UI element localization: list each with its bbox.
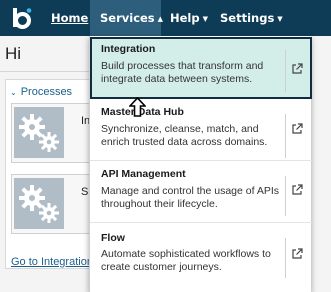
caret-down-icon: ▼	[202, 15, 208, 23]
process-card[interactable]: In	[11, 103, 91, 163]
menu-item-description: Synchronize, cleanse, match, and enrich …	[101, 123, 268, 148]
cursor-arrow-icon	[129, 97, 146, 117]
external-link-icon[interactable]	[291, 184, 303, 196]
nav-help-label: Help	[170, 11, 200, 25]
nav-settings-label: Settings	[220, 11, 275, 25]
page-greeting: Hi	[5, 44, 22, 63]
menu-item-description: Build processes that transform and integ…	[101, 60, 264, 85]
gears-icon	[14, 107, 64, 158]
menu-item-api-management[interactable]: API Management Manage and control the us…	[90, 164, 312, 224]
external-link-icon[interactable]	[291, 248, 303, 260]
menu-item-master-data-hub[interactable]: Master Data Hub Synchronize, cleanse, ma…	[90, 103, 312, 163]
gears-icon	[14, 178, 64, 229]
divider	[90, 160, 312, 161]
menu-item-description: Manage and control the usage of APIs thr…	[101, 185, 280, 210]
divider	[285, 238, 286, 278]
process-card[interactable]: Si	[11, 174, 91, 234]
services-dropdown-menu: Integration Build processes that transfo…	[89, 36, 312, 292]
menu-item-description: Automate sophisticated workflows to crea…	[101, 248, 271, 273]
caret-down-icon: ▼	[277, 15, 283, 23]
external-link-icon[interactable]	[291, 123, 303, 135]
nav-settings-menu[interactable]: Settings ▼	[220, 0, 283, 36]
external-link-icon[interactable]	[291, 63, 303, 75]
menu-item-title: API Management	[101, 168, 186, 180]
caret-up-icon: ▲	[157, 15, 164, 23]
chevron-down-icon: ⌄	[10, 88, 17, 97]
processes-header-label: Processes	[20, 86, 73, 98]
menu-item-flow[interactable]: Flow Automate sophisticated workflows to…	[90, 226, 312, 286]
nav-services-menu[interactable]: Services ▲	[90, 0, 164, 36]
b-logo-icon[interactable]	[10, 6, 34, 30]
menu-item-title: Integration	[101, 43, 156, 55]
divider	[0, 71, 90, 72]
divider	[285, 176, 286, 216]
menu-item-title: Flow	[101, 232, 125, 244]
go-to-integration-link[interactable]: Go to Integration	[11, 256, 90, 268]
nav-help-menu[interactable]: Help ▼	[170, 0, 208, 36]
nav-home-link[interactable]: Home	[51, 0, 88, 36]
nav-home-label: Home	[51, 11, 89, 25]
divider	[285, 114, 286, 158]
top-nav-bar: Home Services ▲ Help ▼ Settings ▼	[0, 0, 331, 36]
menu-item-integration[interactable]: Integration Build processes that transfo…	[90, 37, 312, 99]
divider	[285, 50, 286, 92]
nav-services-label: Services	[100, 11, 155, 25]
divider	[90, 222, 312, 223]
processes-section-toggle[interactable]: ⌄ Processes	[10, 86, 72, 98]
